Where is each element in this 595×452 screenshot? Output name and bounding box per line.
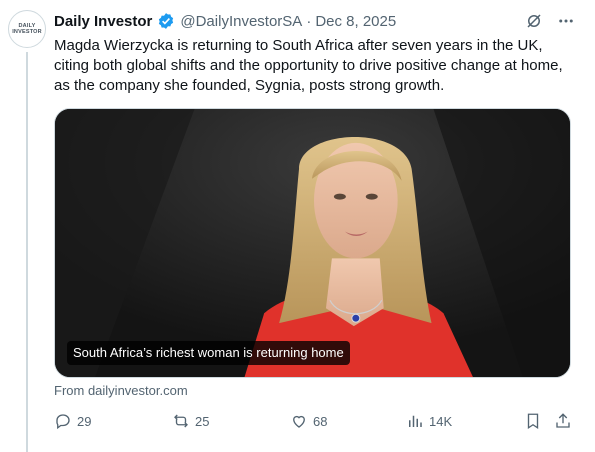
like-count: 68 <box>313 413 328 429</box>
thread-line <box>26 52 28 452</box>
reply-button[interactable]: 29 <box>54 412 91 430</box>
separator-dot: · <box>306 12 312 30</box>
author-name[interactable]: Daily Investor <box>54 13 152 30</box>
post-top-icons <box>525 12 575 30</box>
views-button[interactable]: 14K <box>406 412 452 430</box>
views-icon <box>409 415 422 427</box>
reply-icon <box>56 414 70 430</box>
bookmark-icon <box>527 413 539 430</box>
share-button[interactable] <box>554 412 572 430</box>
grok-icon[interactable] <box>525 12 543 30</box>
card-source[interactable]: From dailyinvestor.com <box>54 383 188 398</box>
action-bar: 29 25 68 14K <box>54 412 572 432</box>
repost-button[interactable]: 25 <box>172 412 209 430</box>
post-text: Magda Wierzycka is returning to South Af… <box>54 37 563 94</box>
repost-count: 25 <box>195 413 210 429</box>
card-caption: South Africa’s richest woman is returnin… <box>67 341 350 365</box>
post-header: Daily Investor @DailyInvestorSA · Dec 8,… <box>54 12 396 30</box>
like-button[interactable]: 68 <box>290 412 327 430</box>
link-card[interactable]: South Africa’s richest woman is returnin… <box>54 108 571 378</box>
views-count: 14K <box>429 413 453 429</box>
avatar[interactable]: DAILY INVESTOR <box>8 10 46 48</box>
share-icon <box>556 413 570 428</box>
avatar-text-line2: INVESTOR <box>12 29 42 35</box>
more-options-icon[interactable] <box>557 12 575 30</box>
verified-badge-icon <box>159 13 174 29</box>
repost-icon <box>174 414 188 428</box>
bookmark-button[interactable] <box>524 412 542 430</box>
post-date[interactable]: Dec 8, 2025 <box>315 13 396 30</box>
card-image <box>55 109 570 377</box>
heart-icon <box>293 415 305 428</box>
author-handle[interactable]: @DailyInvestorSA <box>180 13 302 30</box>
reply-count: 29 <box>77 413 92 429</box>
